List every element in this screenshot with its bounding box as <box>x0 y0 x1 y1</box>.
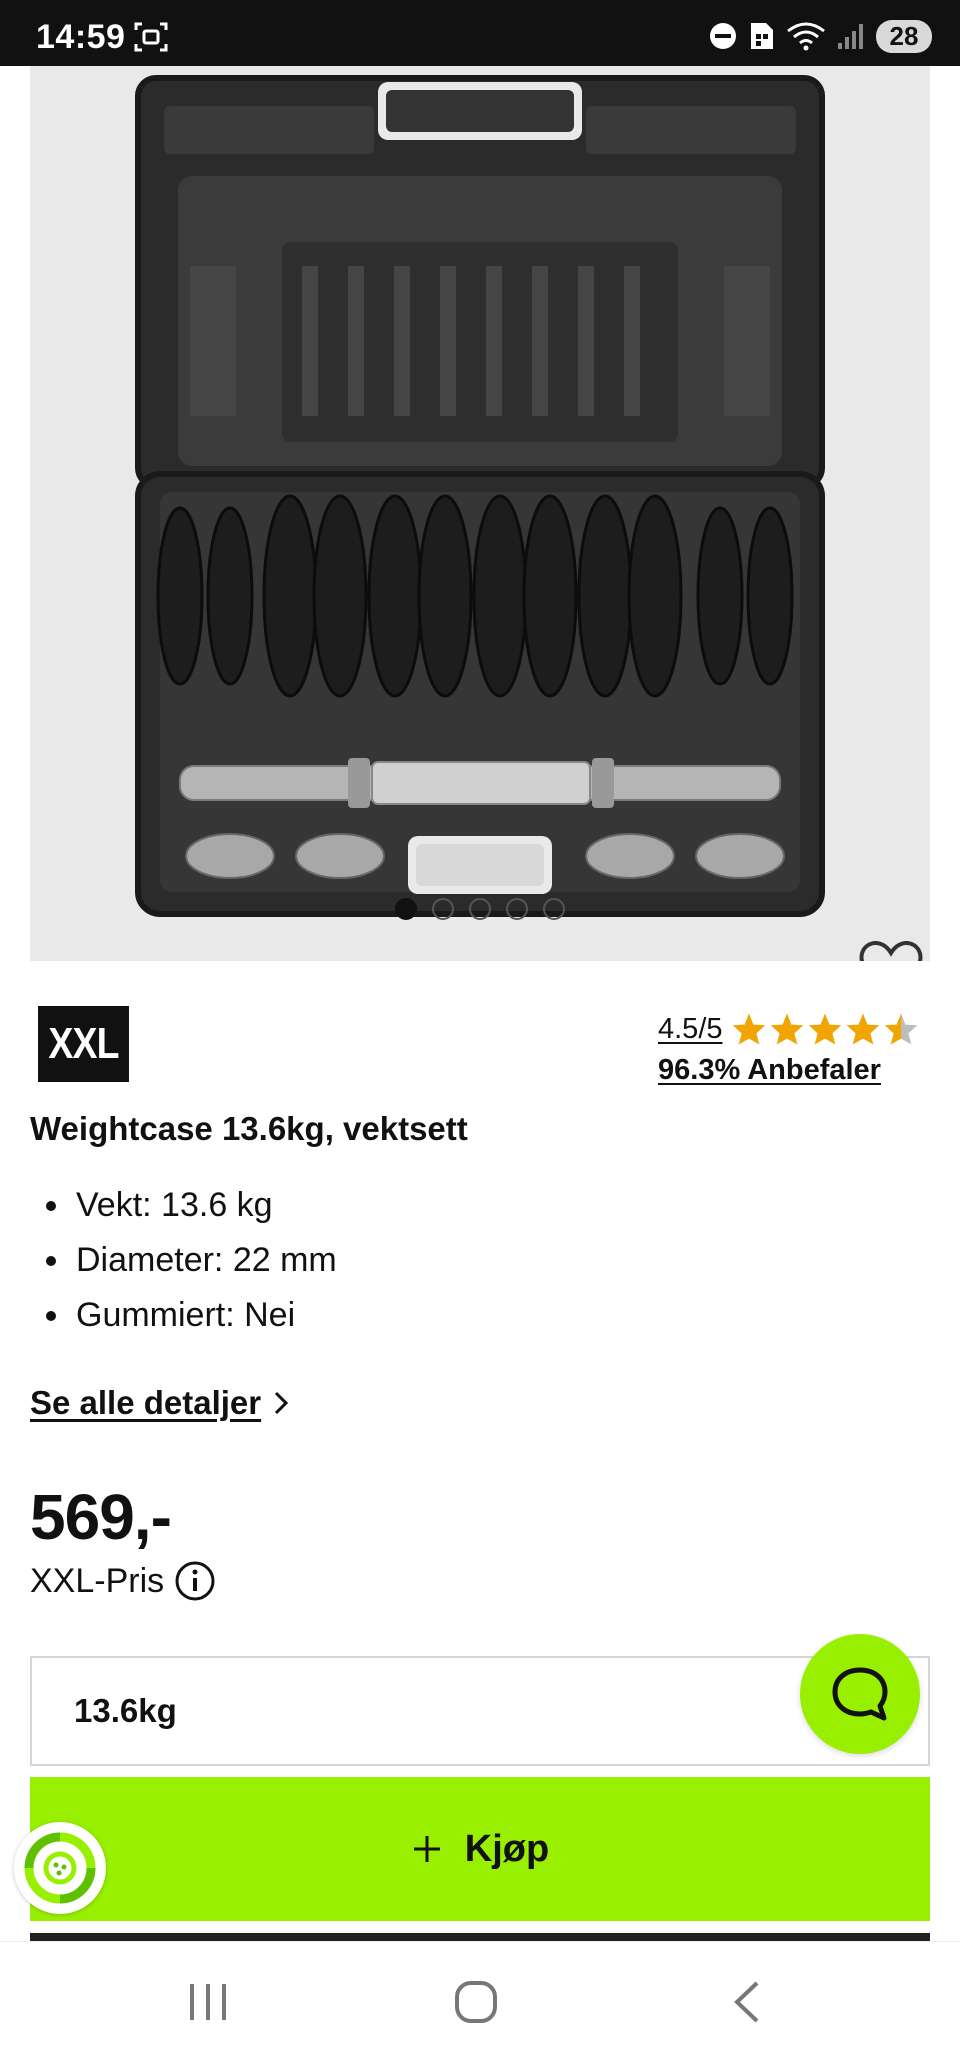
screenshot-icon <box>134 22 168 52</box>
carousel-dot[interactable] <box>506 898 528 920</box>
battery-icon: 28 <box>876 19 932 53</box>
bullet-icon <box>46 1255 56 1266</box>
favorite-heart-icon[interactable] <box>858 938 924 961</box>
spec-item: Vekt: 13.6 kg <box>46 1178 337 1233</box>
recommend-percentage[interactable]: 96.3% Anbefaler <box>658 1054 919 1087</box>
back-icon <box>734 1981 759 2023</box>
price: 569,- <box>30 1481 172 1553</box>
brand-logo[interactable]: XXL <box>38 1006 129 1082</box>
spec-item: Gummiert: Nei <box>46 1288 337 1343</box>
half-star-icon <box>884 1013 917 1045</box>
spec-item: Diameter: 22 mm <box>46 1233 337 1288</box>
spec-list: Vekt: 13.6 kg Diameter: 22 mm Gummiert: … <box>46 1178 337 1343</box>
home-icon <box>455 1981 497 2023</box>
spec-text: Diameter: 22 mm <box>76 1241 337 1279</box>
chat-button[interactable] <box>800 1634 920 1754</box>
sim-icon <box>751 23 773 49</box>
chevron-right-icon <box>275 1391 289 1415</box>
carousel-dot[interactable] <box>395 898 417 920</box>
cookie-consent-button[interactable] <box>14 1822 106 1914</box>
weightcase-illustration <box>135 75 825 917</box>
status-bar: 14:59 28 <box>0 0 960 66</box>
plus-icon <box>413 1836 440 1862</box>
rating-score[interactable]: 4.5/5 <box>658 1013 723 1046</box>
spec-text: Gummiert: Nei <box>76 1296 296 1334</box>
product-title: Weightcase 13.6kg, vektsett <box>30 1110 468 1147</box>
cookie-settings-icon <box>24 1832 96 1904</box>
star-icon <box>846 1013 879 1045</box>
rating-block[interactable]: 4.5/5 96.3% Anbefaler <box>658 1012 919 1087</box>
rating-stars <box>731 1012 919 1046</box>
price-label: XXL-Pris <box>30 1561 165 1600</box>
status-time: 14:59 <box>36 18 126 56</box>
home-button[interactable] <box>446 1972 506 2032</box>
buy-button[interactable]: Kjøp <box>30 1777 930 1921</box>
info-icon[interactable] <box>174 1560 216 1602</box>
recent-apps-icon <box>190 1984 226 2020</box>
sticky-bar-edge <box>30 1933 930 1941</box>
variant-selected-value: 13.6kg <box>74 1692 177 1729</box>
status-icons: 28 <box>708 19 932 53</box>
chat-bubble-icon <box>832 1667 888 1721</box>
carousel-dot[interactable] <box>469 898 491 920</box>
star-icon <box>808 1013 841 1045</box>
see-all-details-label: Se alle detaljer <box>30 1384 262 1421</box>
recent-apps-button[interactable] <box>178 1972 238 2032</box>
carousel-dot[interactable] <box>432 898 454 920</box>
back-button[interactable] <box>716 1972 776 2032</box>
wifi-icon <box>787 22 825 51</box>
star-icon <box>732 1013 765 1045</box>
star-icon <box>770 1013 803 1045</box>
carousel-dots <box>395 898 565 920</box>
buy-label: Kjøp <box>464 1827 550 1870</box>
price-label-row: XXL-Pris <box>30 1560 216 1602</box>
bullet-icon <box>46 1310 56 1321</box>
signal-icon <box>838 24 863 49</box>
variant-selector[interactable]: 13.6kg <box>30 1656 930 1766</box>
carousel-dot[interactable] <box>543 898 565 920</box>
spec-text: Vekt: 13.6 kg <box>76 1186 273 1224</box>
product-image[interactable] <box>30 66 930 961</box>
do-not-disturb-icon <box>710 23 736 49</box>
system-navigation-bar <box>0 1941 960 2059</box>
see-all-details-link[interactable]: Se alle detaljer <box>30 1384 289 1422</box>
bullet-icon <box>46 1200 56 1211</box>
